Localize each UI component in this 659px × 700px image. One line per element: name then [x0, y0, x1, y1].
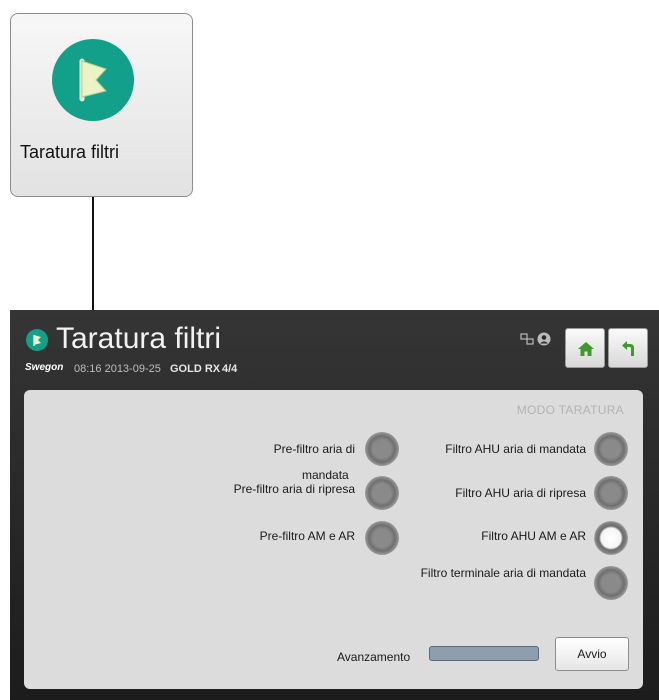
calibration-tile[interactable]: Taratura filtri	[10, 13, 193, 197]
radio-terminal-supply[interactable]	[594, 566, 628, 600]
back-button[interactable]	[608, 328, 648, 368]
user-icon	[537, 332, 551, 346]
unit-model: GOLD RX	[170, 363, 221, 375]
radio-ahu-extract[interactable]	[594, 476, 628, 510]
radio-prefilter-extract[interactable]	[365, 476, 399, 510]
progress-label: Avanzamento	[337, 650, 411, 664]
page-indicator: 4/4	[222, 363, 238, 375]
flag-icon	[26, 329, 48, 351]
progress-bar	[429, 646, 539, 661]
start-button[interactable]: Avvio	[555, 637, 629, 671]
mode-label: MODO TARATURA	[516, 403, 624, 417]
network-icon	[520, 332, 534, 346]
option-label: Pre-filtro AM e AR	[259, 529, 355, 543]
connector-line	[92, 197, 94, 310]
page-title: Taratura filtri	[56, 322, 222, 355]
option-label: Pre-filtro aria di	[273, 442, 355, 456]
option-label: Filtro AHU aria di ripresa	[455, 486, 586, 500]
home-icon	[578, 342, 594, 356]
radio-prefilter-both[interactable]	[365, 521, 399, 555]
option-label: Filtro terminale aria di mandata	[420, 566, 586, 580]
option-label: Filtro AHU aria di mandata	[445, 442, 586, 456]
option-label: mandata	[302, 468, 349, 482]
calibration-panel: MODO TARATURA Pre-filtro aria di mandata…	[24, 390, 643, 689]
device-screen: Taratura filtri Swegon 08:16 2013-09-25 …	[10, 310, 659, 700]
home-button[interactable]	[565, 328, 605, 368]
flag-icon	[52, 39, 134, 121]
date-time: 08:16 2013-09-25	[74, 363, 161, 375]
radio-ahu-supply[interactable]	[594, 432, 628, 466]
status-icons	[520, 332, 551, 346]
tile-label: Taratura filtri	[20, 142, 120, 162]
option-label: Filtro AHU AM e AR	[481, 529, 586, 543]
back-icon	[622, 341, 634, 356]
radio-ahu-both[interactable]	[594, 521, 628, 555]
radio-prefilter-supply[interactable]	[365, 432, 399, 466]
option-label: Pre-filtro aria di ripresa	[233, 482, 355, 496]
brand-logo: Swegon	[25, 362, 64, 373]
